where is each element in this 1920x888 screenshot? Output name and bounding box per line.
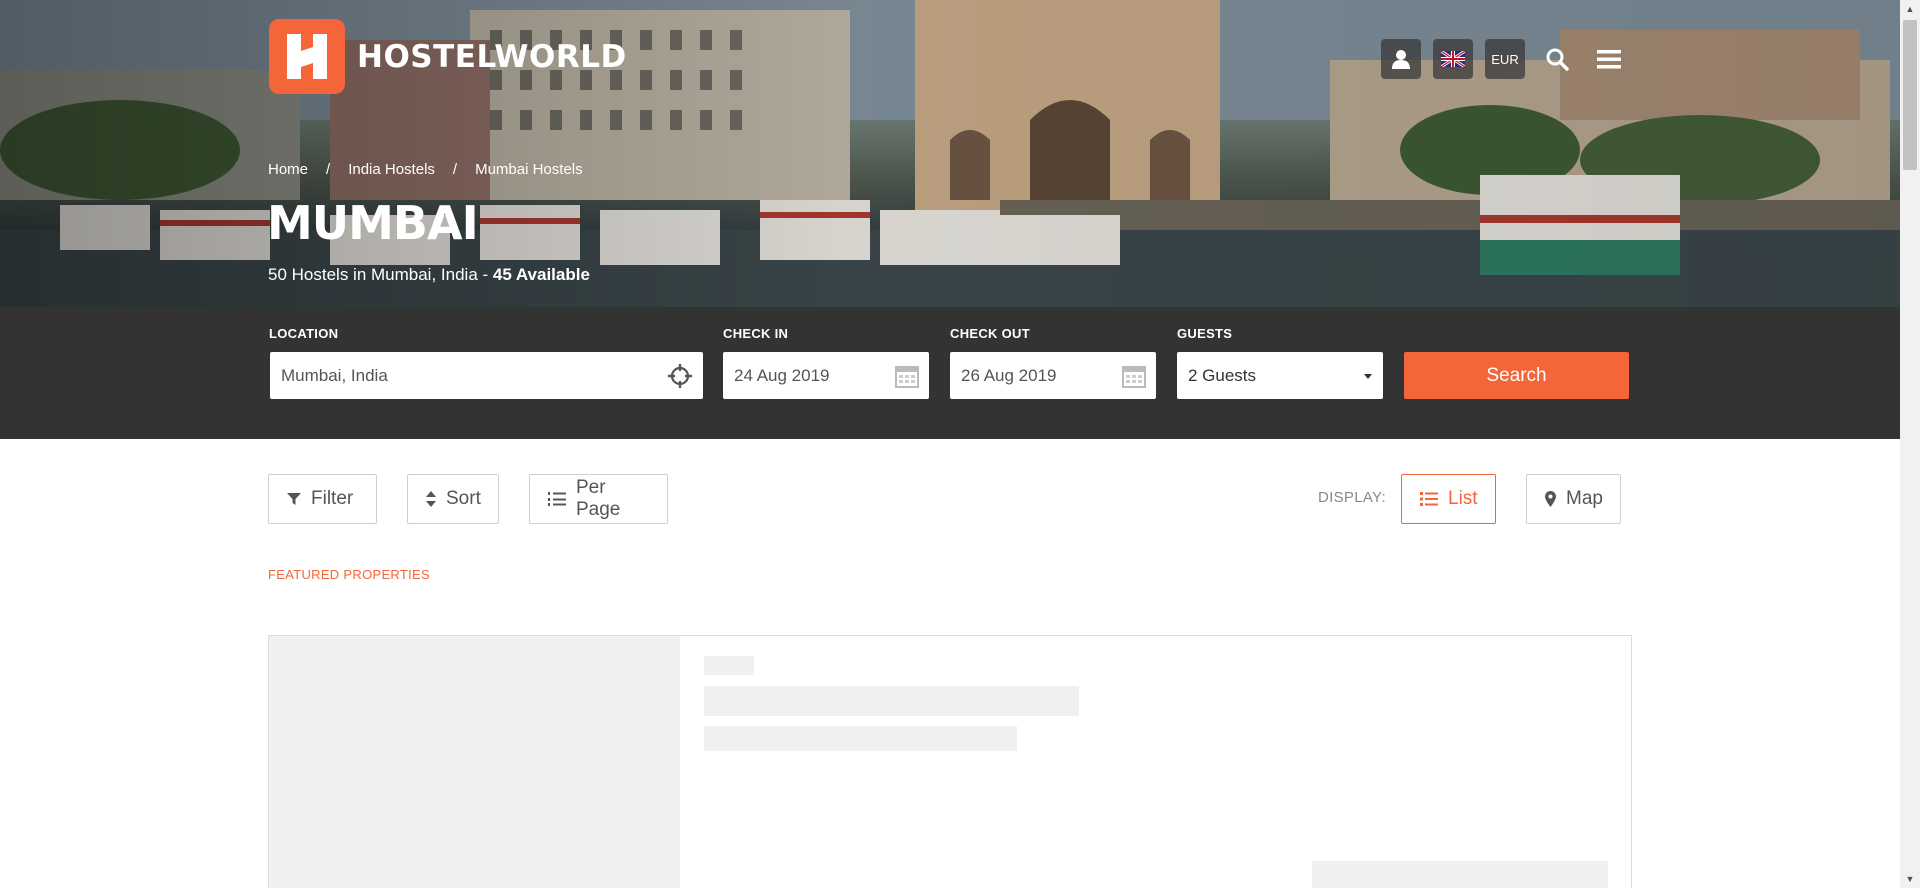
filter-funnel-icon xyxy=(287,492,301,506)
guests-value: 2 Guests xyxy=(1188,365,1257,385)
account-icon xyxy=(1392,50,1410,69)
logo-wordmark: HOSTELWORLD xyxy=(357,38,627,75)
numbered-list-icon xyxy=(548,491,566,507)
search-button[interactable] xyxy=(1537,39,1577,79)
page-scrollbar[interactable]: ▲ ▼ xyxy=(1900,0,1920,888)
property-card-placeholder[interactable] xyxy=(268,635,1632,888)
skeleton-button xyxy=(1312,861,1608,888)
skeleton-line xyxy=(704,656,754,675)
account-button[interactable] xyxy=(1381,39,1421,79)
available-count: 45 Available xyxy=(492,265,590,284)
sort-button[interactable]: Sort xyxy=(407,474,499,524)
search-submit-button[interactable]: Search xyxy=(1404,352,1629,399)
location-input[interactable]: Mumbai, India xyxy=(270,352,703,399)
breadcrumb-separator: / xyxy=(452,161,458,178)
calendar-icon xyxy=(1122,366,1146,388)
guests-select[interactable]: 2 Guests xyxy=(1177,352,1383,399)
display-label: DISPLAY: xyxy=(1318,489,1386,506)
checkout-label: CHECK OUT xyxy=(950,326,1030,341)
scrollbar-thumb[interactable] xyxy=(1903,20,1917,170)
sort-label: Sort xyxy=(446,488,481,509)
checkin-value: 24 Aug 2019 xyxy=(734,365,830,385)
map-pin-icon xyxy=(1545,491,1556,507)
logo-mark-icon xyxy=(269,19,345,94)
uk-flag-icon xyxy=(1441,51,1465,67)
map-label: Map xyxy=(1566,488,1603,509)
page: HOSTELWORLD EUR Home / India Hostels / M… xyxy=(0,0,1920,888)
hero-banner: HOSTELWORLD EUR Home / India Hostels / M… xyxy=(0,0,1900,307)
skeleton-line xyxy=(704,686,1079,716)
checkout-input[interactable]: 26 Aug 2019 xyxy=(950,352,1156,399)
header-actions: EUR xyxy=(1381,39,1629,79)
breadcrumb-india-link[interactable]: India Hostels xyxy=(348,161,435,178)
sort-arrows-icon xyxy=(426,491,436,507)
calendar-icon xyxy=(895,366,919,388)
filter-label: Filter xyxy=(311,488,354,509)
property-image-placeholder xyxy=(269,636,680,888)
breadcrumb: Home / India Hostels / Mumbai Hostels xyxy=(268,161,583,178)
checkin-input[interactable]: 24 Aug 2019 xyxy=(723,352,929,399)
per-page-label: Per Page xyxy=(576,477,621,520)
chevron-down-icon xyxy=(1364,374,1372,379)
map-view-button[interactable]: Map xyxy=(1526,474,1621,524)
checkin-label: CHECK IN xyxy=(723,326,789,341)
checkout-value: 26 Aug 2019 xyxy=(961,365,1057,385)
per-page-button[interactable]: Per Page xyxy=(529,474,668,524)
breadcrumb-separator: / xyxy=(326,161,331,178)
location-value: Mumbai, India xyxy=(281,365,388,385)
scroll-up-arrow-icon[interactable]: ▲ xyxy=(1900,0,1920,18)
filter-button[interactable]: Filter xyxy=(268,474,377,524)
search-icon xyxy=(1546,48,1569,71)
breadcrumb-mumbai-link[interactable]: Mumbai Hostels xyxy=(475,161,583,178)
breadcrumb-home-link[interactable]: Home xyxy=(268,161,308,178)
language-button[interactable] xyxy=(1433,39,1473,79)
menu-button[interactable] xyxy=(1589,39,1629,79)
skeleton-line xyxy=(704,726,1017,751)
menu-icon xyxy=(1597,50,1621,69)
hostel-count-subtitle: 50 Hostels in Mumbai, India - 45 Availab… xyxy=(268,265,590,285)
hostel-count-text: 50 Hostels in Mumbai, India - xyxy=(268,265,493,284)
locate-crosshair-icon[interactable] xyxy=(667,363,693,389)
currency-button[interactable]: EUR xyxy=(1485,39,1525,79)
scroll-down-arrow-icon[interactable]: ▼ xyxy=(1900,870,1920,888)
hostelworld-logo[interactable]: HOSTELWORLD xyxy=(269,19,627,94)
location-label: LOCATION xyxy=(269,326,339,341)
list-view-button[interactable]: List xyxy=(1401,474,1496,524)
featured-properties-heading: FEATURED PROPERTIES xyxy=(268,567,430,582)
guests-label: GUESTS xyxy=(1177,326,1233,341)
page-title: MUMBAI xyxy=(267,196,479,250)
list-icon xyxy=(1420,492,1438,506)
list-label: List xyxy=(1448,488,1478,509)
